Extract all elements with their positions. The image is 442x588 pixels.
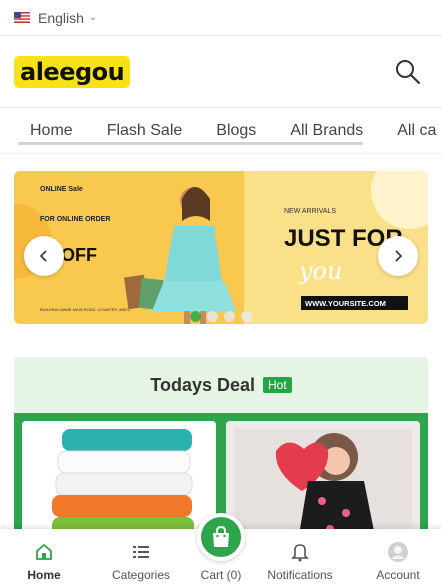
banner-dot[interactable] <box>190 311 201 322</box>
nav-home[interactable]: Home <box>30 122 73 140</box>
nav-all-categories[interactable]: All ca <box>397 122 436 140</box>
banner-dot[interactable] <box>207 311 218 322</box>
banner-next-button[interactable] <box>378 236 418 276</box>
nav-all-brands[interactable]: All Brands <box>290 122 363 140</box>
tab-notifications[interactable]: Notifications <box>256 529 344 588</box>
banner-for-text: FOR ONLINE ORDER <box>40 216 110 223</box>
language-selector[interactable]: English ⌄ <box>0 0 442 36</box>
banner-dot[interactable] <box>241 311 252 322</box>
logo[interactable]: aleegou <box>14 55 131 88</box>
nav-flash-sale[interactable]: Flash Sale <box>107 122 183 140</box>
shopping-bag-icon <box>213 525 229 547</box>
banner-you: you <box>298 257 342 285</box>
chevron-down-icon: ⌄ <box>88 12 98 23</box>
avatar-icon <box>388 542 408 562</box>
banner-website: WWW.YOURSITE.COM <box>305 299 386 308</box>
tab-categories[interactable]: Categories <box>97 529 185 588</box>
banner-pagination <box>190 311 252 322</box>
banner-artwork: ONLINE Sale FOR ONLINE ORDER % OFF BUILD… <box>14 171 428 324</box>
nav-scroll-indicator <box>18 142 363 145</box>
chevron-left-icon <box>39 250 47 262</box>
promo-banner[interactable]: ONLINE Sale FOR ONLINE ORDER % OFF BUILD… <box>14 171 428 324</box>
banner-new-arrivals: NEW ARRIVALS <box>284 208 336 215</box>
tab-home-label: Home <box>27 568 61 582</box>
banner-prev-button[interactable] <box>24 236 64 276</box>
tab-categories-label: Categories <box>111 568 171 582</box>
home-icon <box>36 543 52 560</box>
banner-left-brand: ONLINE Sale <box>40 186 83 193</box>
chevron-right-icon <box>395 250 403 262</box>
banner-address: BUILDING NAME MAIN ROAD, COUNTRY, 40872 <box>40 307 131 312</box>
hot-badge: Hot <box>263 377 292 393</box>
language-label: English <box>38 9 84 26</box>
todays-deal-header: Todays Deal Hot <box>14 357 428 413</box>
category-nav: Home Flash Sale Blogs All Brands All ca <box>0 108 442 154</box>
tab-notifications-label: Notifications <box>267 568 333 582</box>
cart-button[interactable] <box>197 513 245 561</box>
list-icon <box>133 546 149 558</box>
tab-account[interactable]: Account <box>354 529 442 588</box>
search-icon[interactable] <box>394 58 422 86</box>
header: aleegou <box>0 36 442 108</box>
us-flag-icon <box>14 12 30 23</box>
logo-text: aleegou <box>20 57 125 86</box>
banner-dot[interactable] <box>224 311 235 322</box>
tab-cart-label: Cart (0) <box>200 568 242 582</box>
nav-blogs[interactable]: Blogs <box>216 122 256 140</box>
tab-account-label: Account <box>376 568 420 582</box>
todays-deal-title: Todays Deal <box>150 374 256 395</box>
tab-home[interactable]: Home <box>0 529 88 588</box>
bell-icon <box>291 544 309 562</box>
